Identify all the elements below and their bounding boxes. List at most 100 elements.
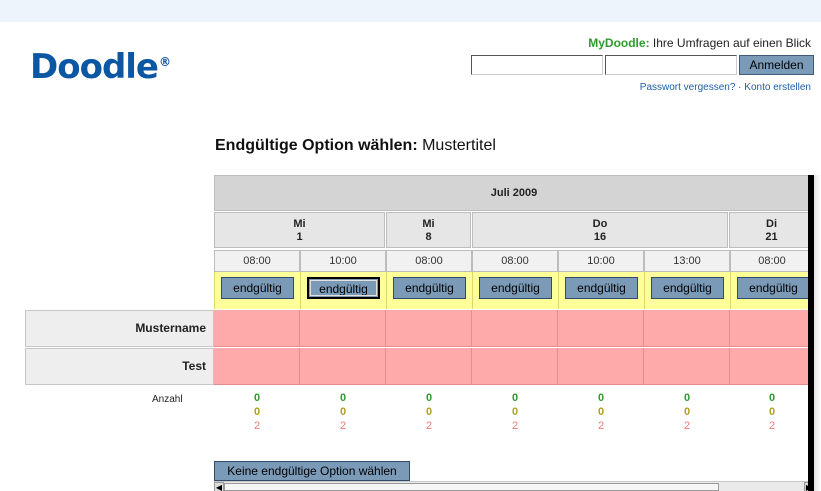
count-maybe: 0 bbox=[683, 406, 691, 418]
vote-cell-no bbox=[472, 348, 558, 385]
time-slot: 08:00 bbox=[730, 250, 814, 272]
count-maybe: 0 bbox=[511, 406, 519, 418]
count-yes: 0 bbox=[425, 392, 433, 404]
vote-cell-no bbox=[386, 348, 472, 385]
day-date: 8 bbox=[425, 231, 432, 243]
count-no: 2 bbox=[425, 420, 433, 432]
time-slot: 10:00 bbox=[558, 250, 644, 272]
final-cell: endgültig bbox=[300, 272, 386, 309]
login-form: Anmelden bbox=[471, 55, 814, 75]
final-cell: endgültig bbox=[558, 272, 644, 309]
no-final-option-button[interactable]: Keine endgültige Option wählen bbox=[214, 461, 410, 481]
top-strip bbox=[0, 0, 821, 22]
login-button[interactable]: Anmelden bbox=[739, 55, 814, 75]
mydoodle-banner: MyDoodle: Ihre Umfragen auf einen Blick bbox=[588, 36, 811, 50]
count-yes: 0 bbox=[597, 392, 605, 404]
final-option-button[interactable]: endgültig bbox=[393, 277, 466, 299]
mydoodle-tagline: Ihre Umfragen auf einen Blick bbox=[649, 36, 811, 50]
frame-edge bbox=[808, 175, 814, 491]
day-date: 16 bbox=[593, 231, 607, 243]
day-weekday: Mi bbox=[422, 218, 435, 230]
month-header: Juli 2009 bbox=[214, 175, 814, 211]
vote-cell-no bbox=[300, 310, 386, 347]
final-cell: endgültig bbox=[472, 272, 558, 309]
arrow-left-icon[interactable]: ◀ bbox=[214, 482, 224, 491]
account-links: Passwort vergessen? · Konto erstellen bbox=[640, 82, 811, 93]
count-yes: 0 bbox=[768, 392, 776, 404]
page-title-poll: Mustertitel bbox=[417, 137, 496, 154]
count-no: 2 bbox=[768, 420, 776, 432]
page-title: Endgültige Option wählen: Mustertitel bbox=[215, 137, 496, 155]
logo-mark: ® bbox=[159, 54, 171, 69]
day-weekday: Mi bbox=[293, 218, 306, 230]
vote-cell-no bbox=[644, 310, 730, 347]
count-yes: 0 bbox=[253, 392, 261, 404]
final-cell: endgültig bbox=[386, 272, 472, 309]
count-column: 0 0 2 bbox=[386, 391, 472, 433]
final-cell: endgültig bbox=[214, 272, 300, 309]
day-header: Di 21 bbox=[729, 212, 814, 248]
final-cell: endgültig bbox=[730, 272, 814, 309]
create-account-link[interactable]: Konto erstellen bbox=[744, 82, 811, 93]
count-maybe: 0 bbox=[597, 406, 605, 418]
poll-header-grid: Juli 2009 Mi 1 Mi 8 Do 16 Di 21 08:00 10… bbox=[214, 175, 814, 309]
final-option-button[interactable]: endgültig bbox=[307, 277, 380, 299]
vote-cell-no bbox=[386, 310, 472, 347]
count-column: 0 0 2 bbox=[730, 391, 814, 433]
page-title-main: Endgültige Option wählen: bbox=[215, 137, 418, 154]
participant-name: Test bbox=[25, 348, 214, 385]
day-header: Mi 1 bbox=[214, 212, 385, 248]
final-option-button[interactable]: endgültig bbox=[737, 277, 810, 299]
count-no: 2 bbox=[683, 420, 691, 432]
scrollbar-thumb[interactable] bbox=[224, 483, 719, 491]
time-slot: 08:00 bbox=[214, 250, 300, 272]
count-maybe: 0 bbox=[253, 406, 261, 418]
vote-cell-no bbox=[558, 348, 644, 385]
vote-cell-no bbox=[558, 310, 644, 347]
final-option-button[interactable]: endgültig bbox=[479, 277, 552, 299]
count-no: 2 bbox=[597, 420, 605, 432]
vote-cell-no bbox=[300, 348, 386, 385]
forgot-password-link[interactable]: Passwort vergessen? bbox=[640, 82, 736, 93]
count-column: 0 0 2 bbox=[558, 391, 644, 433]
count-yes: 0 bbox=[339, 392, 347, 404]
count-label: Anzahl bbox=[152, 394, 183, 405]
count-maybe: 0 bbox=[339, 406, 347, 418]
day-weekday: Di bbox=[766, 218, 777, 230]
count-column: 0 0 2 bbox=[214, 391, 300, 433]
day-date: 1 bbox=[296, 231, 303, 243]
count-maybe: 0 bbox=[768, 406, 776, 418]
final-option-button[interactable]: endgültig bbox=[565, 277, 638, 299]
count-yes: 0 bbox=[511, 392, 519, 404]
vote-cell-no bbox=[730, 348, 814, 385]
count-no: 2 bbox=[339, 420, 347, 432]
time-slot: 10:00 bbox=[300, 250, 386, 272]
day-header: Mi 8 bbox=[386, 212, 471, 248]
time-slot: 08:00 bbox=[472, 250, 558, 272]
username-field[interactable] bbox=[471, 55, 603, 75]
day-date: 21 bbox=[765, 231, 778, 243]
mydoodle-brand: MyDoodle: bbox=[588, 36, 650, 50]
count-maybe: 0 bbox=[425, 406, 433, 418]
count-yes: 0 bbox=[683, 392, 691, 404]
day-header: Do 16 bbox=[472, 212, 728, 248]
day-weekday: Do bbox=[592, 218, 608, 230]
time-slot: 13:00 bbox=[644, 250, 730, 272]
horizontal-scrollbar[interactable]: ◀ ▶ bbox=[214, 481, 814, 491]
final-option-button[interactable]: endgültig bbox=[651, 277, 724, 299]
time-slot: 08:00 bbox=[386, 250, 472, 272]
doodle-logo[interactable]: Doodle® bbox=[30, 47, 171, 87]
link-separator: · bbox=[735, 82, 745, 93]
final-option-button[interactable]: endgültig bbox=[221, 277, 294, 299]
vote-cell-no bbox=[214, 348, 300, 385]
password-field[interactable] bbox=[605, 55, 737, 75]
final-cell: endgültig bbox=[644, 272, 730, 309]
vote-cell-no bbox=[644, 348, 730, 385]
count-column: 0 0 2 bbox=[300, 391, 386, 433]
logo-text: Doodle bbox=[30, 47, 159, 87]
vote-cell-no bbox=[214, 310, 300, 347]
count-column: 0 0 2 bbox=[472, 391, 558, 433]
count-column: 0 0 2 bbox=[644, 391, 730, 433]
count-no: 2 bbox=[511, 420, 519, 432]
vote-cell-no bbox=[472, 310, 558, 347]
